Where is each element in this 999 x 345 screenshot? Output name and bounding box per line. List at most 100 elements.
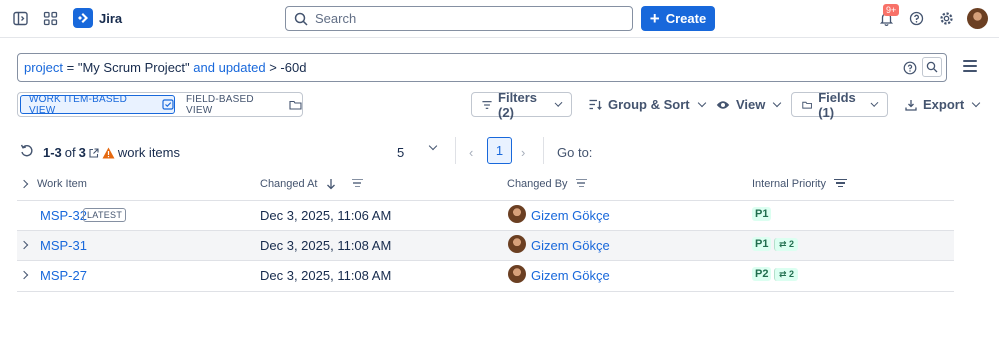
sidebar-toggle-icon[interactable] bbox=[11, 9, 29, 27]
chevron-down-icon bbox=[971, 98, 981, 107]
table-bottom-border bbox=[17, 291, 954, 292]
filters-button[interactable]: Filters (2) bbox=[471, 90, 572, 120]
user-avatar[interactable] bbox=[967, 8, 988, 29]
view-label: View bbox=[736, 97, 766, 112]
field-based-view-button[interactable]: FIELD-BASED VIEW bbox=[186, 93, 302, 116]
priority-lozenge: P1 bbox=[752, 207, 772, 221]
jql-query-input[interactable]: project = "My Scrum Project" and updated… bbox=[17, 53, 947, 82]
next-page-icon[interactable]: › bbox=[521, 145, 525, 160]
notification-count-badge: 9+ bbox=[883, 4, 900, 16]
folder-icon bbox=[289, 100, 302, 110]
swap-arrows-icon: ⇄ bbox=[779, 269, 790, 279]
chevron-down-icon bbox=[554, 98, 563, 107]
help-icon[interactable] bbox=[907, 9, 925, 27]
column-header-changed-by[interactable]: Changed By bbox=[507, 178, 587, 190]
create-label: Create bbox=[665, 11, 707, 26]
work-item-based-view-button[interactable]: WORK ITEM-BASED VIEW bbox=[20, 93, 175, 116]
jql-token: and bbox=[193, 60, 215, 75]
work-item-key-link[interactable]: MSP-31 bbox=[40, 238, 87, 253]
latest-tag: LATEST bbox=[83, 208, 127, 222]
folder-icon bbox=[802, 101, 812, 109]
filter-icon bbox=[482, 100, 492, 109]
column-filter-icon[interactable] bbox=[351, 178, 363, 190]
results-suffix: work items bbox=[117, 145, 180, 160]
change-count: 2 bbox=[789, 269, 795, 279]
search-box[interactable] bbox=[285, 6, 633, 31]
export-button[interactable]: Export bbox=[905, 92, 981, 117]
user-avatar[interactable] bbox=[508, 265, 526, 283]
group-sort-label: Group & Sort bbox=[608, 97, 690, 112]
current-page-button[interactable]: 1 bbox=[487, 137, 512, 164]
warning-icon[interactable] bbox=[102, 147, 115, 159]
changed-by-header-label: Changed By bbox=[507, 178, 568, 190]
changed-at-cell: Dec 3, 2025, 11:08 AM bbox=[260, 238, 392, 253]
view-toggle: WORK ITEM-BASED VIEW FIELD-BASED VIEW bbox=[17, 92, 303, 117]
user-avatar[interactable] bbox=[508, 235, 526, 253]
chevron-down-icon bbox=[773, 98, 782, 107]
settings-gear-icon[interactable] bbox=[937, 9, 955, 27]
previous-page-icon[interactable]: ‹ bbox=[469, 145, 473, 160]
sort-descending-arrow-icon[interactable] bbox=[326, 178, 336, 190]
divider bbox=[455, 137, 456, 164]
changed-at-cell: Dec 3, 2025, 11:06 AM bbox=[260, 208, 392, 223]
chevron-down-icon bbox=[697, 98, 706, 107]
jql-help-icon[interactable] bbox=[903, 61, 917, 75]
results-of-label: of bbox=[64, 145, 76, 160]
expand-all-chevron-icon[interactable] bbox=[19, 179, 29, 189]
change-count: 2 bbox=[789, 239, 795, 249]
external-link-icon[interactable] bbox=[89, 147, 99, 158]
export-label: Export bbox=[923, 97, 965, 112]
column-header-work-item[interactable]: Work Item bbox=[19, 178, 87, 190]
table-row[interactable] bbox=[17, 200, 954, 230]
column-header-internal-priority[interactable]: Internal Priority bbox=[752, 178, 847, 190]
goto-label[interactable]: Go to: bbox=[557, 145, 592, 160]
chevron-down-icon bbox=[870, 98, 879, 107]
work-item-based-view-label: WORK ITEM-BASED VIEW bbox=[29, 93, 128, 116]
search-input[interactable] bbox=[315, 11, 615, 26]
download-icon bbox=[905, 99, 917, 111]
changed-by-user-link[interactable]: Gizem Gökçe bbox=[531, 268, 610, 283]
user-avatar[interactable] bbox=[508, 205, 526, 223]
work-item-key-link[interactable]: MSP-27 bbox=[40, 268, 87, 283]
fields-button[interactable]: Fields (1) bbox=[791, 89, 888, 120]
jql-query-text: project = "My Scrum Project" and updated… bbox=[24, 60, 306, 75]
chevron-down-icon[interactable] bbox=[428, 141, 438, 151]
search-icon bbox=[926, 61, 938, 73]
jira-logo-icon[interactable] bbox=[73, 8, 93, 28]
page-size-value[interactable]: 5 bbox=[397, 145, 404, 160]
refresh-icon[interactable] bbox=[20, 144, 34, 158]
table-row[interactable] bbox=[17, 230, 954, 260]
results-count: 1-3 of 3 work items bbox=[43, 145, 180, 160]
view-button[interactable]: View bbox=[716, 92, 782, 117]
results-range: 1-3 bbox=[43, 145, 62, 160]
app-name[interactable]: Jira bbox=[99, 11, 122, 26]
column-header-changed-at[interactable]: Changed At bbox=[260, 178, 363, 190]
checkbox-icon bbox=[162, 99, 174, 110]
jql-search-button[interactable] bbox=[922, 57, 942, 77]
top-navigation: Jira + Create 9+ bbox=[0, 0, 999, 38]
fields-label: Fields (1) bbox=[818, 89, 856, 120]
column-filter-icon[interactable] bbox=[575, 178, 587, 190]
menu-hamburger-icon[interactable] bbox=[963, 60, 977, 75]
swap-arrows-icon: ⇄ bbox=[779, 239, 790, 249]
app-switcher-icon[interactable] bbox=[41, 9, 59, 27]
table-row[interactable] bbox=[17, 260, 954, 290]
jql-token: project bbox=[24, 60, 64, 75]
group-sort-button[interactable]: Group & Sort bbox=[589, 92, 706, 117]
jql-token: = "My Scrum Project" bbox=[63, 60, 194, 75]
changed-at-cell: Dec 3, 2025, 11:08 AM bbox=[260, 268, 392, 283]
jql-token: updated bbox=[218, 60, 266, 75]
create-button[interactable]: + Create bbox=[641, 6, 715, 31]
changed-by-user-link[interactable]: Gizem Gökçe bbox=[531, 208, 610, 223]
change-count-badge[interactable]: ⇄ 2 bbox=[774, 268, 799, 281]
plus-icon: + bbox=[649, 9, 660, 28]
changed-at-header-label: Changed At bbox=[260, 178, 318, 190]
priority-lozenge: P2 bbox=[752, 267, 772, 281]
column-filter-icon[interactable] bbox=[833, 178, 847, 190]
field-based-view-label: FIELD-BASED VIEW bbox=[186, 93, 254, 116]
results-total: 3 bbox=[78, 145, 86, 160]
changed-by-user-link[interactable]: Gizem Gökçe bbox=[531, 238, 610, 253]
change-count-badge[interactable]: ⇄ 2 bbox=[774, 238, 799, 251]
work-item-key-link[interactable]: MSP-32 bbox=[40, 208, 87, 223]
internal-priority-header-label: Internal Priority bbox=[752, 178, 826, 190]
